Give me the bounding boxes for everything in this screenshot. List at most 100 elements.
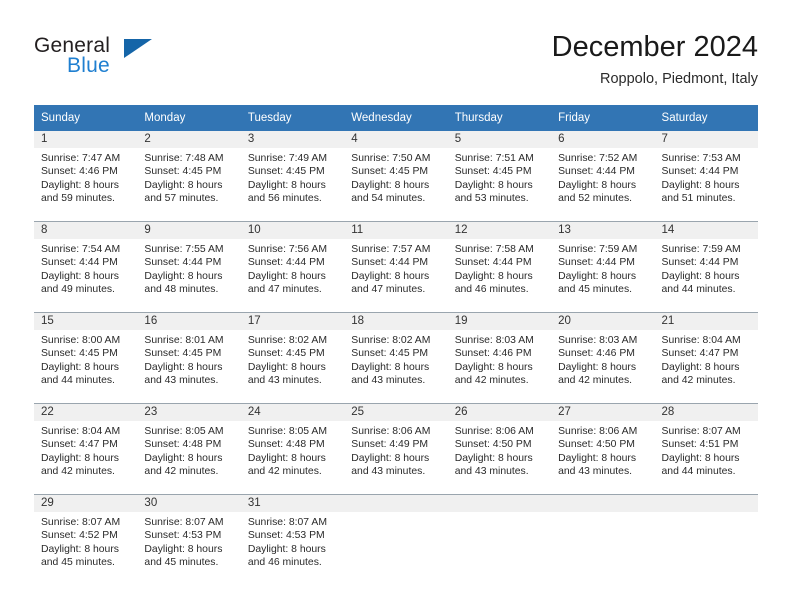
day-detail-line: Sunrise: 8:02 AM	[247, 335, 327, 346]
day-detail-line: Sunset: 4:46 PM	[41, 166, 118, 178]
day-detail-line: Sunset: 4:44 PM	[558, 166, 635, 178]
day-number: 10	[240, 222, 345, 239]
calendar-header-row: Sunday Monday Tuesday Wednesday Thursday Frid…	[34, 105, 758, 131]
calendar-day-cell[interactable]: 17 Sunrise: 8:02 AM Sunset: 4:45 PM Dayligh…	[240, 312, 345, 397]
calendar-day-cell[interactable]: 2 Sunrise: 7:48 AM Sunset: 4:45 PM Daylight…	[137, 131, 241, 215]
calendar-day-cell[interactable]: 13 Sunrise: 7:59 AM Sunset: 4:44 PM Dayligh…	[551, 221, 655, 306]
calendar-body: 1 Sunrise: 7:47 AM Sunset: 4:46 PM Daylight…	[34, 131, 758, 579]
day-detail-line: Sunrise: 8:06 AM	[351, 426, 431, 437]
calendar-day-cell[interactable]: 8 Sunrise: 7:54 AM Sunset: 4:44 PM Daylight…	[34, 221, 138, 306]
day-detail-line: Sunset: 4:47 PM	[41, 439, 118, 451]
calendar-day-cell[interactable]: 30 Sunrise: 8:07 AM Sunset: 4:53 PM Dayligh…	[137, 494, 241, 579]
day-detail-line: Sunset: 4:47 PM	[661, 348, 739, 360]
day-detail-line: Sunrise: 7:55 AM	[144, 244, 224, 255]
day-number: 18	[344, 313, 448, 330]
day-detail-block: Sunrise: 8:02 AM Sunset: 4:45 PM Daylight:…	[241, 330, 344, 388]
day-number: 12	[447, 222, 552, 239]
page-title: December 2024	[551, 31, 758, 63]
day-detail-line: Daylight: 8 hours	[454, 452, 533, 464]
calendar-day-cell[interactable]: 21 Sunrise: 8:04 AM Sunset: 4:47 PM Dayligh…	[654, 312, 758, 397]
day-number: 17	[240, 313, 345, 330]
day-detail-line: Sunrise: 7:59 AM	[661, 244, 741, 255]
calendar-day-cell[interactable]: 26 Sunrise: 8:06 AM Sunset: 4:50 PM Dayligh…	[447, 403, 552, 488]
calendar-day-cell[interactable]: 10 Sunrise: 7:56 AM Sunset: 4:44 PM Dayligh…	[240, 221, 345, 306]
day-detail-line: Sunset: 4:45 PM	[454, 166, 532, 178]
day-detail-line: Daylight: 8 hours	[41, 452, 119, 464]
day-detail-line: Daylight: 8 hours	[558, 270, 637, 282]
calendar-day-cell[interactable]: 5 Sunrise: 7:51 AM Sunset: 4:45 PM Daylight…	[447, 131, 552, 215]
calendar-day-cell[interactable]: 29 Sunrise: 8:07 AM Sunset: 4:52 PM Dayligh…	[34, 494, 138, 579]
day-detail-line: and 44 minutes.	[41, 375, 115, 387]
day-detail-line: and 49 minutes.	[41, 284, 115, 296]
day-detail-line: Sunrise: 8:03 AM	[558, 335, 638, 346]
calendar-day-cell[interactable]: 19 Sunrise: 8:03 AM Sunset: 4:46 PM Dayligh…	[447, 312, 552, 397]
day-number: 9	[137, 222, 241, 239]
day-detail-line: Daylight: 8 hours	[144, 361, 223, 373]
calendar-week-row: 1 Sunrise: 7:47 AM Sunset: 4:46 PM Daylight…	[34, 131, 758, 215]
day-detail-line: and 42 minutes.	[144, 466, 219, 478]
day-detail-block: Sunrise: 8:03 AM Sunset: 4:46 PM Daylight:…	[551, 330, 654, 388]
day-number: 30	[137, 495, 241, 512]
day-detail-line: Sunset: 4:44 PM	[41, 257, 118, 269]
calendar-day-cell[interactable]: 1 Sunrise: 7:47 AM Sunset: 4:46 PM Daylight…	[34, 131, 138, 215]
day-detail-line: Daylight: 8 hours	[247, 270, 326, 282]
day-number: 8	[34, 222, 138, 239]
calendar-day-cell[interactable]: 31 Sunrise: 8:07 AM Sunset: 4:53 PM Dayligh…	[240, 494, 345, 579]
day-detail-line: Daylight: 8 hours	[558, 361, 637, 373]
day-detail-line: Sunset: 4:52 PM	[41, 530, 118, 542]
day-detail-block: Sunrise: 8:05 AM Sunset: 4:48 PM Daylight:…	[241, 421, 344, 479]
calendar-week-row: 29 Sunrise: 8:07 AM Sunset: 4:52 PM Dayligh…	[34, 494, 758, 579]
day-detail-line: Daylight: 8 hours	[661, 179, 740, 191]
day-detail-line: Sunset: 4:45 PM	[351, 166, 429, 178]
day-detail-line: Daylight: 8 hours	[144, 270, 223, 282]
calendar-day-cell[interactable]: 23 Sunrise: 8:05 AM Sunset: 4:48 PM Dayligh…	[137, 403, 241, 488]
calendar-day-cell[interactable]: 4 Sunrise: 7:50 AM Sunset: 4:45 PM Daylight…	[344, 131, 448, 215]
day-detail-line: and 46 minutes.	[454, 284, 529, 296]
day-number	[344, 495, 448, 512]
day-detail-line: Sunset: 4:50 PM	[454, 439, 532, 451]
day-detail-line: Sunrise: 7:52 AM	[558, 153, 638, 164]
day-detail-line: Sunrise: 7:59 AM	[558, 244, 638, 255]
day-detail-line: Sunrise: 8:04 AM	[41, 426, 121, 437]
day-detail-line: Sunset: 4:49 PM	[351, 439, 429, 451]
day-number	[654, 495, 758, 512]
day-detail-block: Sunrise: 8:02 AM Sunset: 4:45 PM Daylight:…	[344, 330, 447, 388]
calendar-day-cell[interactable]: 16 Sunrise: 8:01 AM Sunset: 4:45 PM Dayligh…	[137, 312, 241, 397]
calendar-day-cell[interactable]: 20 Sunrise: 8:03 AM Sunset: 4:46 PM Dayligh…	[551, 312, 655, 397]
day-detail-line: Sunrise: 7:47 AM	[41, 153, 121, 164]
day-detail-block	[655, 512, 758, 516]
calendar-day-cell[interactable]: 15 Sunrise: 8:00 AM Sunset: 4:45 PM Dayligh…	[34, 312, 138, 397]
calendar-day-cell[interactable]: 27 Sunrise: 8:06 AM Sunset: 4:50 PM Dayligh…	[551, 403, 655, 488]
day-detail-block: Sunrise: 8:07 AM Sunset: 4:53 PM Daylight:…	[137, 512, 240, 570]
day-detail-line: Sunset: 4:44 PM	[661, 166, 739, 178]
calendar-day-cell[interactable]: 3 Sunrise: 7:49 AM Sunset: 4:45 PM Daylight…	[240, 131, 345, 215]
day-detail-line: and 57 minutes.	[144, 193, 219, 205]
calendar-day-cell[interactable]: 14 Sunrise: 7:59 AM Sunset: 4:44 PM Dayligh…	[654, 221, 758, 306]
calendar-day-cell[interactable]: 24 Sunrise: 8:05 AM Sunset: 4:48 PM Dayligh…	[240, 403, 345, 488]
calendar-day-cell[interactable]: 25 Sunrise: 8:06 AM Sunset: 4:49 PM Dayligh…	[344, 403, 448, 488]
calendar-empty-cell	[344, 494, 448, 579]
calendar-week-row: 22 Sunrise: 8:04 AM Sunset: 4:47 PM Dayligh…	[34, 403, 758, 488]
calendar-day-cell[interactable]: 9 Sunrise: 7:55 AM Sunset: 4:44 PM Daylight…	[137, 221, 241, 306]
day-detail-line: Sunrise: 8:07 AM	[247, 517, 327, 528]
calendar-day-cell[interactable]: 28 Sunrise: 8:07 AM Sunset: 4:51 PM Dayligh…	[654, 403, 758, 488]
calendar-day-cell[interactable]: 11 Sunrise: 7:57 AM Sunset: 4:44 PM Dayligh…	[344, 221, 448, 306]
general-blue-logo[interactable]: General Blue	[34, 34, 274, 92]
day-detail-block: Sunrise: 7:56 AM Sunset: 4:44 PM Daylight:…	[241, 239, 344, 297]
day-number: 2	[137, 131, 241, 148]
calendar-day-cell[interactable]: 7 Sunrise: 7:53 AM Sunset: 4:44 PM Daylight…	[654, 131, 758, 215]
calendar-day-cell[interactable]: 22 Sunrise: 8:04 AM Sunset: 4:47 PM Dayligh…	[34, 403, 138, 488]
day-detail-line: Sunrise: 7:56 AM	[247, 244, 327, 255]
calendar-day-cell[interactable]: 6 Sunrise: 7:52 AM Sunset: 4:44 PM Daylight…	[551, 131, 655, 215]
day-detail-block: Sunrise: 8:06 AM Sunset: 4:49 PM Daylight:…	[344, 421, 447, 479]
day-number: 31	[240, 495, 345, 512]
day-detail-block: Sunrise: 7:58 AM Sunset: 4:44 PM Daylight:…	[448, 239, 551, 297]
day-detail-line: Sunset: 4:44 PM	[454, 257, 532, 269]
calendar-day-cell[interactable]: 18 Sunrise: 8:02 AM Sunset: 4:45 PM Dayligh…	[344, 312, 448, 397]
calendar-day-cell[interactable]: 12 Sunrise: 7:58 AM Sunset: 4:44 PM Dayligh…	[447, 221, 552, 306]
day-number: 23	[137, 404, 241, 421]
day-detail-line: Daylight: 8 hours	[144, 179, 223, 191]
day-detail-line: Sunrise: 8:00 AM	[41, 335, 121, 346]
day-detail-line: Daylight: 8 hours	[247, 361, 326, 373]
day-detail-line: Daylight: 8 hours	[41, 543, 119, 555]
